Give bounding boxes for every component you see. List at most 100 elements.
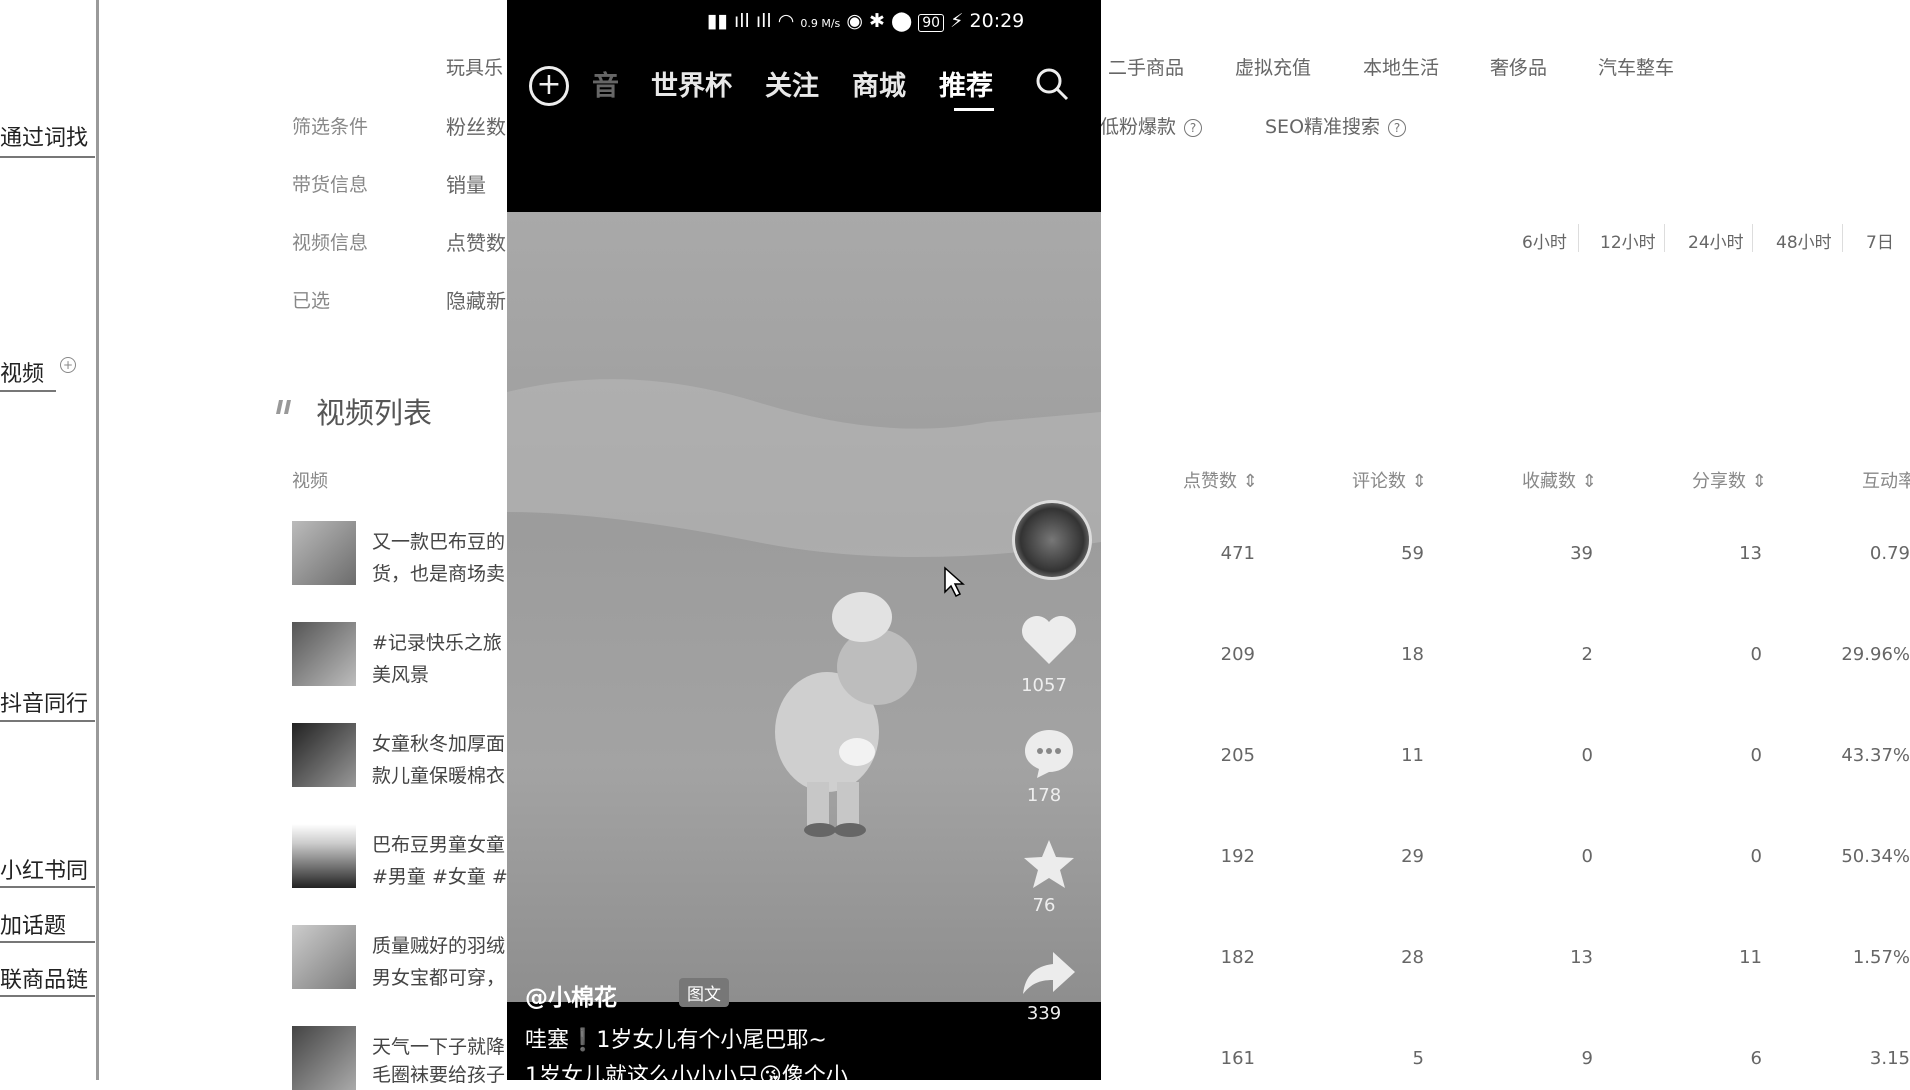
video-title-line[interactable]: 货，也是商场卖 xyxy=(372,559,505,586)
divider xyxy=(1752,224,1753,252)
category-local-life[interactable]: 本地生活 xyxy=(1363,53,1439,80)
video-title-line[interactable]: 天气一下子就降 xyxy=(372,1032,505,1059)
col-shares[interactable]: 分享数 ⇕ xyxy=(1692,467,1767,493)
sort-icon[interactable]: ⇕ xyxy=(1752,471,1767,492)
favorite-star-icon[interactable] xyxy=(1021,838,1077,892)
video-title-line[interactable]: 又一款巴布豆的 xyxy=(372,527,505,554)
category-toys[interactable]: 玩具乐 xyxy=(446,53,503,80)
video-title-line[interactable]: 毛圈袜要给孩子 xyxy=(372,1060,505,1087)
author-avatar[interactable] xyxy=(1012,500,1092,580)
filter-likes[interactable]: 点赞数 xyxy=(446,227,506,256)
filter-low-fans[interactable]: 低粉爆款? xyxy=(1100,112,1203,139)
video-frame[interactable] xyxy=(507,212,1101,1002)
time-24h[interactable]: 24小时 xyxy=(1688,228,1744,253)
comments-cell: 5 xyxy=(1412,1048,1424,1069)
likes-cell: 182 xyxy=(1220,947,1255,968)
video-title-line[interactable]: 质量贼好的羽绒 xyxy=(372,931,505,958)
wifi-icon: ◠ xyxy=(777,10,795,32)
video-thumbnail[interactable] xyxy=(292,925,356,989)
video-info-label: 视频信息 xyxy=(292,232,369,254)
nav-item-link-product[interactable]: 联商品链 xyxy=(0,962,88,994)
shares-cell: 6 xyxy=(1750,1048,1762,1069)
charging-icon: ⚡ xyxy=(950,10,964,32)
search-icon[interactable] xyxy=(1034,66,1070,102)
category-virtual-recharge[interactable]: 虚拟充值 xyxy=(1235,53,1311,80)
post-caption: 1岁女儿就这么小小小只😘像个小 xyxy=(525,1064,848,1080)
time-12h[interactable]: 12小时 xyxy=(1600,228,1656,253)
video-title-line[interactable]: #记录快乐之旅 xyxy=(372,628,502,655)
time-7d[interactable]: 7日 xyxy=(1866,228,1894,253)
like-heart-icon[interactable] xyxy=(1019,612,1079,668)
sort-icon[interactable]: ⇕ xyxy=(1412,471,1427,492)
video-title-line[interactable]: 款儿童保暖棉衣 xyxy=(372,761,505,788)
video-thumbnail[interactable] xyxy=(292,824,356,888)
nav-item-word-search[interactable]: 通过词找 xyxy=(0,120,88,152)
time-48h[interactable]: 48小时 xyxy=(1776,228,1832,253)
col-engagement[interactable]: 互动率 xyxy=(1862,467,1910,493)
video-title-line[interactable]: 巴布豆男童女童 xyxy=(372,830,505,857)
favorites-cell: 0 xyxy=(1581,846,1593,867)
video-title-line[interactable]: 男女宝都可穿， xyxy=(372,963,505,990)
filter-seo-search[interactable]: SEO精准搜索? xyxy=(1265,112,1407,139)
add-icon[interactable]: + xyxy=(529,66,569,106)
status-time: 20:29 xyxy=(969,10,1025,32)
category-luxury[interactable]: 奢侈品 xyxy=(1490,53,1547,80)
share-arrow-icon[interactable] xyxy=(1021,950,1077,996)
divider xyxy=(0,995,95,997)
post-type-badge: 图文 xyxy=(679,978,729,1007)
battery-level: 90 xyxy=(918,14,945,32)
video-title-line[interactable]: #男童 #女童 # xyxy=(372,862,508,889)
shares-cell: 0 xyxy=(1750,644,1762,665)
nav-item-add-topic[interactable]: 加话题 xyxy=(0,908,66,940)
author-name[interactable]: @小棉花 xyxy=(525,978,617,1012)
signal-icon: ▮▮ ıll ıll xyxy=(707,10,772,32)
likes-cell: 471 xyxy=(1220,543,1255,564)
video-thumbnail[interactable] xyxy=(292,723,356,787)
tab-following[interactable]: 关注 xyxy=(765,64,819,103)
category-cars[interactable]: 汽车整车 xyxy=(1598,53,1674,80)
active-tab-indicator xyxy=(954,108,994,111)
video-thumbnail[interactable] xyxy=(292,521,356,585)
col-likes[interactable]: 点赞数 ⇕ xyxy=(1183,467,1258,493)
video-title-line[interactable]: 美风景 xyxy=(372,660,429,687)
nav-item-xhs-peer[interactable]: 小红书同 xyxy=(0,853,88,885)
video-thumbnail[interactable] xyxy=(292,1026,356,1090)
likes-cell: 161 xyxy=(1220,1048,1255,1069)
favorites-cell: 0 xyxy=(1581,745,1593,766)
tab-world-cup[interactable]: 世界杯 xyxy=(651,64,732,103)
left-nav: 通过词找 视频 抖音同行 小红书同 加话题 联商品链 xyxy=(0,0,110,1080)
sort-icon[interactable]: ⇕ xyxy=(1582,471,1597,492)
col-favorites[interactable]: 收藏数 ⇕ xyxy=(1522,467,1597,493)
comment-icon[interactable] xyxy=(1021,726,1077,780)
tab-mall[interactable]: 商城 xyxy=(852,64,906,103)
engagement-cell: 43.37% xyxy=(1841,745,1910,766)
shares-cell: 0 xyxy=(1750,846,1762,867)
divider xyxy=(0,720,95,722)
favorites-cell: 9 xyxy=(1581,1048,1593,1069)
like-count: 1057 xyxy=(1021,675,1067,696)
tab-recommend[interactable]: 推荐 xyxy=(939,64,993,103)
net-speed: 0.9 M/s xyxy=(800,17,841,30)
help-icon[interactable]: ? xyxy=(1184,118,1203,137)
active-underline xyxy=(0,390,56,392)
nav-item-video[interactable]: 视频 xyxy=(0,356,44,388)
col-comments[interactable]: 评论数 ⇕ xyxy=(1352,467,1427,493)
add-circle-icon[interactable]: + xyxy=(60,357,76,373)
filter-fans[interactable]: 粉丝数 xyxy=(446,111,506,140)
help-icon[interactable]: ? xyxy=(1388,118,1407,137)
filter-hide-new[interactable]: 隐藏新 xyxy=(446,285,506,314)
comment-count: 178 xyxy=(1026,785,1062,806)
comments-cell: 18 xyxy=(1401,644,1424,665)
favorites-cell: 39 xyxy=(1570,543,1593,564)
time-6h[interactable]: 6小时 xyxy=(1522,228,1567,253)
video-thumbnail[interactable] xyxy=(292,622,356,686)
category-secondhand[interactable]: 二手商品 xyxy=(1108,53,1184,80)
sort-icon[interactable]: ⇕ xyxy=(1243,471,1258,492)
filter-sales[interactable]: 销量 xyxy=(446,169,486,198)
tab-partial[interactable]: 音 xyxy=(592,64,619,103)
nav-item-douyin-peer[interactable]: 抖音同行 xyxy=(0,686,88,718)
col-video: 视频 xyxy=(292,471,328,492)
video-title-line[interactable]: 女童秋冬加厚面 xyxy=(372,729,505,756)
divider xyxy=(1578,224,1579,252)
likes-cell: 205 xyxy=(1220,745,1255,766)
